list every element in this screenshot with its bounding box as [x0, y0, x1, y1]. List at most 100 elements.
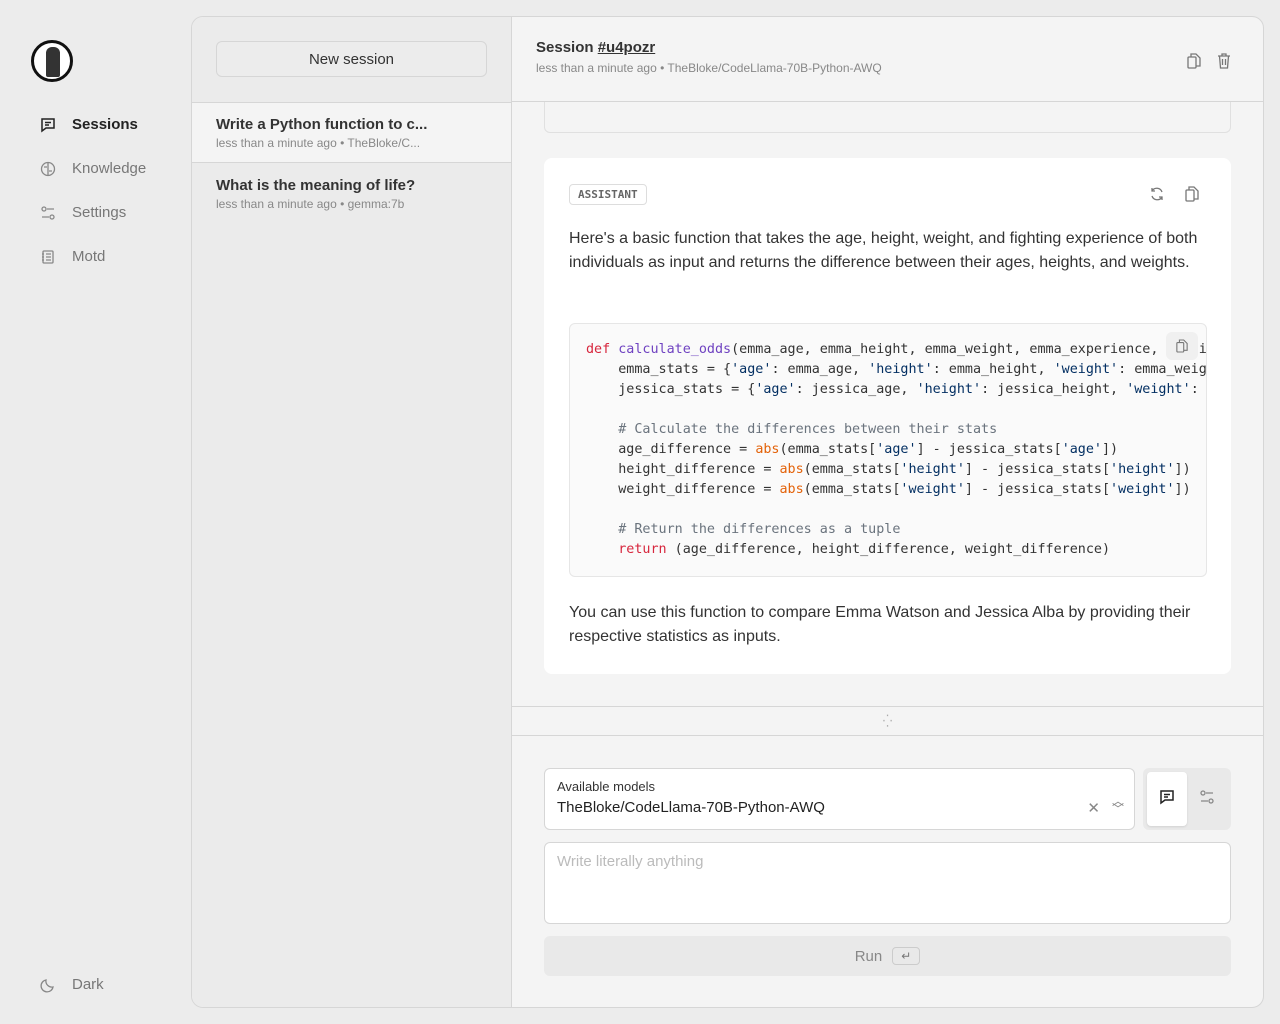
session-id-link[interactable]: #u4pozr — [598, 39, 656, 56]
sidebar-item-knowledge[interactable]: Knowledge — [40, 160, 190, 177]
app-logo — [31, 40, 73, 82]
code-token: : emma_weight} — [1118, 362, 1207, 377]
code-token: height_difference = — [586, 462, 780, 477]
copy-code-icon[interactable] — [1166, 332, 1198, 360]
code-token: ]) — [1174, 482, 1191, 497]
sidebar-item-label: Sessions — [72, 116, 138, 133]
moon-icon — [40, 977, 56, 993]
session-title: Session #u4pozr — [536, 39, 1239, 56]
code-token: 'weight' — [1126, 382, 1191, 397]
code-token: weight_difference = — [586, 482, 780, 497]
theme-toggle-label: Dark — [72, 976, 104, 993]
code-block: def calculate_odds(emma_age, emma_height… — [569, 323, 1207, 577]
code-token: 'height' — [900, 462, 965, 477]
code-token: def — [586, 342, 619, 357]
chat-area: Session #u4pozr less than a minute ago •… — [512, 17, 1263, 1007]
model-select-value: TheBloke/CodeLlama-70B-Python-AWQ — [557, 799, 825, 816]
main-panel: New session Write a Python function to c… — [191, 16, 1264, 1008]
code-line: return (age_difference, height_differenc… — [586, 540, 1190, 560]
clear-icon[interactable]: ✕ — [1087, 799, 1100, 817]
code-token: 'height' — [868, 362, 933, 377]
code-token: 'age' — [1061, 442, 1102, 457]
theme-toggle[interactable]: Dark — [40, 976, 190, 993]
sidebar-item-sessions[interactable]: Sessions — [40, 116, 190, 133]
code-token: : jessica_height, — [981, 382, 1127, 397]
code-token: (emma_stats[ — [779, 442, 877, 457]
drag-icon: ⁛ — [882, 714, 893, 728]
code-token: 'weight' — [900, 482, 965, 497]
sidebar-item-settings[interactable]: Settings — [40, 204, 190, 221]
notebook-icon — [40, 249, 56, 265]
chat-icon — [40, 117, 56, 133]
copy-icon[interactable] — [1187, 53, 1201, 74]
code-token: # Calculate the differences between thei… — [586, 422, 998, 437]
chat-mode-button[interactable] — [1147, 772, 1187, 826]
session-header: Session #u4pozr less than a minute ago •… — [512, 17, 1263, 102]
brain-icon — [40, 161, 56, 177]
copy-icon[interactable] — [1185, 186, 1199, 207]
code-token: 'height' — [1110, 462, 1175, 477]
code-token: ] - jessica_stats[ — [964, 462, 1111, 477]
run-label: Run — [854, 947, 883, 965]
sidebar-item-label: Settings — [72, 204, 127, 221]
model-select-label: Available models — [557, 779, 656, 794]
sliders-icon — [1199, 789, 1215, 810]
code-token: age_difference = — [586, 442, 756, 457]
code-token: : emma_age, — [771, 362, 869, 377]
code-line: # Return the differences as a tuple — [586, 520, 1190, 540]
code-token: 'weight' — [1053, 362, 1119, 377]
assistant-message: ASSISTANT Here's a basic function that t… — [544, 158, 1231, 674]
code-line: weight_difference = abs(emma_stats['weig… — [586, 480, 1190, 500]
sliders-icon — [40, 205, 56, 221]
code-token: (emma_stats[ — [803, 462, 901, 477]
code-token: abs — [779, 482, 804, 497]
code-token: (age_difference, height_difference, weig… — [666, 542, 1111, 557]
chevron-updown-icon[interactable]: ︿ ﹀ — [1112, 795, 1124, 815]
code-token: ]) — [1102, 442, 1119, 457]
mode-toggle — [1143, 768, 1231, 830]
previous-message — [544, 102, 1231, 133]
code-token: 'height' — [916, 382, 982, 397]
code-token: calculate_odds — [618, 342, 732, 357]
enter-key-hint: ↵ — [892, 947, 921, 965]
code-line: age_difference = abs(emma_stats['age'] -… — [586, 440, 1190, 460]
role-badge: ASSISTANT — [569, 184, 647, 205]
code-line: emma_stats = {'age': emma_age, 'height':… — [586, 360, 1206, 380]
code-token: ]) — [1174, 462, 1191, 477]
code-token: 'age' — [755, 382, 796, 397]
session-meta: less than a minute ago • gemma:7b — [216, 197, 405, 211]
resize-handle[interactable]: ⁛ — [512, 706, 1263, 736]
code-token: # Return the differences as a tuple — [586, 522, 901, 537]
sidebar-item-motd[interactable]: Motd — [40, 248, 190, 265]
code-token: : jessica_weight} — [1190, 382, 1199, 397]
code-token: abs — [755, 442, 780, 457]
session-prefix: Session — [536, 39, 594, 56]
sidebar-item-label: Motd — [72, 248, 106, 265]
session-item[interactable]: What is the meaning of life? less than a… — [192, 163, 511, 224]
session-meta: less than a minute ago • TheBloke/CodeLl… — [536, 61, 882, 75]
session-item[interactable]: Write a Python function to c... less tha… — [192, 102, 511, 163]
code-token: 'age' — [731, 362, 772, 377]
session-title: What is the meaning of life? — [216, 177, 416, 194]
run-button[interactable]: Run ↵ — [544, 936, 1231, 976]
model-select[interactable]: Available models TheBloke/CodeLlama-70B-… — [544, 768, 1135, 830]
settings-mode-button[interactable] — [1187, 772, 1227, 826]
code-token: 'age' — [876, 442, 917, 457]
code-line: # Calculate the differences between thei… — [586, 420, 1190, 440]
code-token: : emma_height, — [932, 362, 1054, 377]
regenerate-icon[interactable] — [1149, 186, 1165, 207]
code-token: jessica_stats = { — [586, 382, 756, 397]
message-intro: Here's a basic function that takes the a… — [569, 230, 1198, 271]
prompt-input[interactable] — [544, 842, 1231, 924]
new-session-button[interactable]: New session — [216, 41, 487, 77]
code-token: ] - jessica_stats[ — [964, 482, 1111, 497]
message-outro: You can use this function to compare Emm… — [569, 604, 1191, 645]
chat-icon — [1159, 789, 1175, 810]
sidebar-item-label: Knowledge — [72, 160, 147, 177]
code-token: : jessica_age, — [795, 382, 917, 397]
trash-icon[interactable] — [1217, 53, 1231, 74]
code-line: height_difference = abs(emma_stats['heig… — [586, 460, 1190, 480]
code-token: abs — [779, 462, 804, 477]
code-token: (emma_stats[ — [803, 482, 901, 497]
code-token: (emma_age, emma_height, emma_weight, emm… — [731, 342, 1206, 357]
